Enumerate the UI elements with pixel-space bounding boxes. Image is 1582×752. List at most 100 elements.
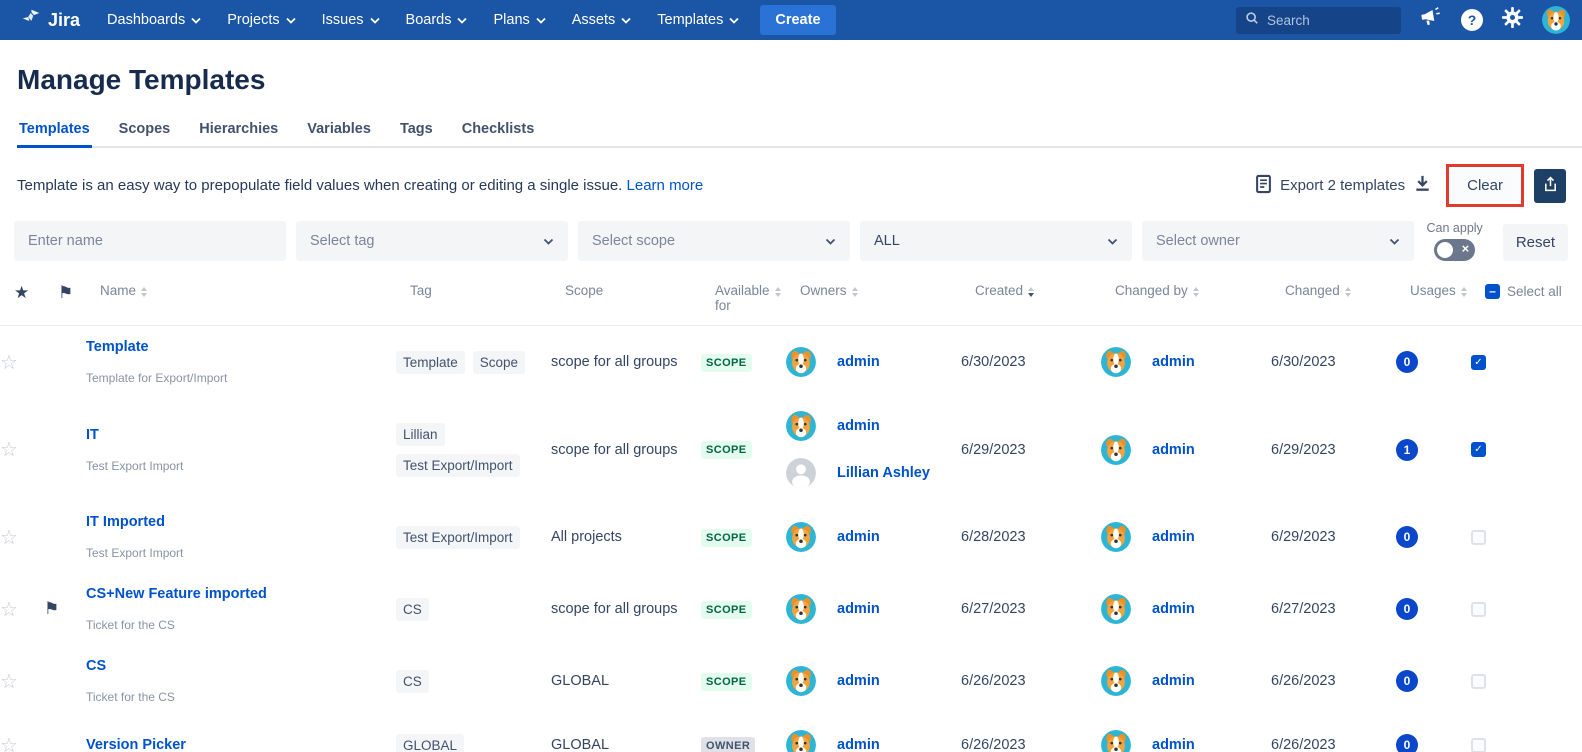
tab-templates[interactable]: Templates [17,121,92,146]
nav-item-issues[interactable]: Issues [309,0,393,40]
owner-link[interactable]: admin [837,737,880,752]
usages-cell: 0 [1396,351,1471,373]
dog-avatar [786,522,816,552]
changed-by-cell: admin [1091,435,1271,465]
tab-variables[interactable]: Variables [305,121,373,146]
changed-cell: 6/29/2023 [1271,442,1396,458]
template-name-link[interactable]: IT Imported [86,514,396,530]
row-checkbox-unchecked[interactable] [1471,530,1486,545]
star-outline-icon[interactable]: ☆ [0,597,44,622]
global-search[interactable] [1236,7,1401,34]
changed-by-link[interactable]: admin [1152,354,1195,370]
tab-tags[interactable]: Tags [398,121,435,146]
owner-badge: OWNER [701,737,755,752]
search-input[interactable] [1267,13,1387,28]
row-checkbox-checked[interactable]: ✓ [1471,442,1486,457]
changed-by-link[interactable]: admin [1152,601,1195,617]
user-avatar[interactable] [1542,6,1570,34]
header-changed-by[interactable]: Changed by [1105,283,1285,298]
tag-filter-select[interactable]: Select tag [296,221,568,261]
tag-cell: Test Export/Import [396,526,551,549]
created-cell: 6/27/2023 [961,601,1091,617]
flag-icon[interactable]: ⚑ [58,283,100,303]
row-checkbox-unchecked[interactable] [1471,674,1486,689]
template-name-link[interactable]: CS [86,658,396,674]
header-owners[interactable]: Owners [790,283,975,298]
changed-by-link[interactable]: admin [1152,737,1195,752]
changed-by-link[interactable]: admin [1152,529,1195,545]
star-outline-icon[interactable]: ☆ [0,669,44,694]
header-created[interactable]: Created [975,283,1105,298]
header-available-for[interactable]: Available for [715,283,790,313]
row-checkbox-unchecked[interactable] [1471,602,1486,617]
tab-hierarchies[interactable]: Hierarchies [197,121,280,146]
owner-filter-select[interactable]: Select owner [1142,221,1414,261]
share-button[interactable] [1534,169,1566,203]
nav-item-dashboards[interactable]: Dashboards [94,0,214,40]
header-name[interactable]: Name [100,283,410,298]
learn-more-link[interactable]: Learn more [627,177,704,194]
type-filter-select[interactable]: ALL [860,221,1132,261]
owner-link[interactable]: Lillian Ashley [837,465,930,481]
clear-button[interactable]: Clear [1451,169,1519,202]
scope-filter-select[interactable]: Select scope [578,221,850,261]
changed-by-link[interactable]: admin [1152,442,1195,458]
jira-logo[interactable]: Jira [12,7,94,34]
owner-link[interactable]: admin [837,418,880,434]
scope-cell: GLOBAL [551,673,701,689]
star-filled-icon[interactable]: ★ [14,283,58,303]
nav-item-boards[interactable]: Boards [393,0,481,40]
template-name-link[interactable]: IT [86,427,396,443]
megaphone-icon[interactable] [1419,7,1443,34]
gear-icon[interactable] [1501,6,1524,34]
nav-item-plans[interactable]: Plans [480,0,558,40]
owners-cell: admin [776,730,961,752]
changed-by-cell: admin [1091,522,1271,552]
reset-button[interactable]: Reset [1503,224,1568,261]
select-all-checkbox[interactable]: – [1485,284,1500,299]
can-apply-toggle[interactable]: × [1434,239,1475,261]
row-checkbox-unchecked[interactable] [1471,738,1486,752]
tag-cell: CS [396,598,551,621]
dog-avatar [786,666,816,696]
template-name-link[interactable]: Version Picker [86,737,396,752]
chevron-down-icon [825,233,836,249]
brand-text: Jira [48,10,80,31]
owner-link[interactable]: admin [837,529,880,545]
name-cell: CS Ticket for the CS [86,658,396,704]
changed-by-link[interactable]: admin [1152,673,1195,689]
tab-checklists[interactable]: Checklists [460,121,537,146]
star-outline-icon[interactable]: ☆ [0,437,44,462]
export-templates-button[interactable]: Export 2 templates [1255,174,1432,198]
template-name-link[interactable]: CS+New Feature imported [86,586,396,602]
star-outline-icon[interactable]: ☆ [0,350,44,375]
nav-item-templates[interactable]: Templates [644,0,752,40]
header-usages[interactable]: Usages [1410,283,1485,298]
name-filter-input[interactable] [14,221,286,261]
tag-chip: Template [396,351,465,374]
tag-chip: Scope [473,351,525,374]
create-button[interactable]: Create [760,5,835,35]
tab-scopes[interactable]: Scopes [117,121,173,146]
star-outline-icon[interactable]: ☆ [0,525,44,550]
header-changed[interactable]: Changed [1285,283,1410,298]
scope-cell: scope for all groups [551,442,701,458]
nav-item-projects[interactable]: Projects [214,0,308,40]
template-description: Template for Export/Import [86,371,396,385]
page-title: Manage Templates [17,64,1582,96]
tag-chip: CS [396,670,429,693]
name-cell: Version Picker [86,737,396,752]
owner-link[interactable]: admin [837,673,880,689]
help-icon[interactable]: ? [1461,9,1483,31]
owner-link[interactable]: admin [837,601,880,617]
nav-item-assets[interactable]: Assets [559,0,645,40]
star-outline-icon[interactable]: ☆ [0,733,44,752]
owner-link[interactable]: admin [837,354,880,370]
created-cell: 6/30/2023 [961,354,1091,370]
template-name-link[interactable]: Template [86,339,396,355]
chevron-down-icon [621,12,631,28]
tag-chip: GLOBAL [396,734,464,752]
dog-avatar [1101,730,1131,752]
available-for-cell: SCOPE [701,440,776,459]
row-checkbox-checked[interactable]: ✓ [1471,355,1486,370]
